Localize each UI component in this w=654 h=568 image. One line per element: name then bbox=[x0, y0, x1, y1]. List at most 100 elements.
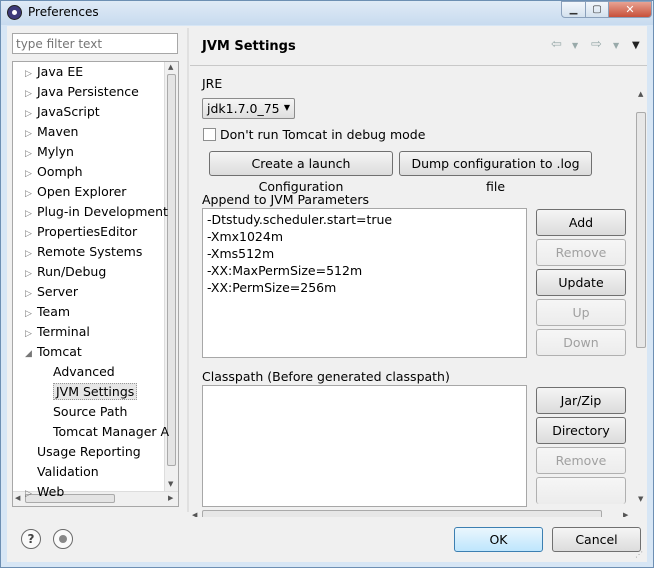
jre-label: JRE bbox=[202, 76, 223, 91]
ok-button[interactable]: OK bbox=[454, 527, 543, 552]
tree-item-web[interactable]: ▷ Web bbox=[25, 483, 64, 503]
dump-configuration-button[interactable]: Dump configuration to .log file bbox=[399, 151, 592, 194]
collapsed-arrow-icon[interactable]: ▷ bbox=[25, 305, 37, 323]
tree-item-oomph[interactable]: ▷ Oomph bbox=[25, 163, 83, 183]
collapsed-arrow-icon[interactable]: ▷ bbox=[25, 85, 37, 103]
create-launch-configuration-button[interactable]: Create a launch Configuration bbox=[209, 151, 393, 194]
tree-item-server[interactable]: ▷ Server bbox=[25, 283, 78, 303]
collapsed-arrow-icon[interactable]: ▷ bbox=[25, 185, 37, 203]
jre-select-value: jdk1.7.0_75 bbox=[207, 101, 280, 116]
collapsed-arrow-icon[interactable]: ▷ bbox=[25, 325, 37, 343]
page-vertical-scroll-thumb[interactable] bbox=[636, 112, 646, 348]
collapsed-arrow-icon[interactable]: ▷ bbox=[25, 105, 37, 123]
resize-grip-icon[interactable]: ⋰ bbox=[635, 550, 645, 560]
tree-item-label: PropertiesEditor bbox=[37, 224, 138, 239]
back-icon[interactable]: ⇦ bbox=[551, 37, 562, 52]
title-bar: Preferences ▁ ▢ ✕ bbox=[1, 1, 653, 25]
move-down-button[interactable]: Down bbox=[536, 329, 626, 356]
chevron-down-icon: ▼ bbox=[283, 103, 290, 112]
tree-item-mylyn[interactable]: ▷ Mylyn bbox=[25, 143, 74, 163]
collapsed-arrow-icon[interactable]: ▷ bbox=[25, 485, 37, 503]
collapsed-arrow-icon[interactable]: ▷ bbox=[25, 245, 37, 263]
close-button[interactable]: ✕ bbox=[608, 1, 652, 18]
scroll-up-icon[interactable]: ▲ bbox=[638, 90, 643, 98]
page-vertical-scrollbar[interactable]: ▲ ▼ bbox=[635, 88, 647, 507]
remove-classpath-button[interactable]: Remove bbox=[536, 447, 626, 474]
scroll-down-icon[interactable]: ▼ bbox=[638, 495, 643, 503]
collapsed-arrow-icon[interactable]: ▷ bbox=[25, 125, 37, 143]
title-separator bbox=[190, 65, 647, 66]
tree-item-usage-reporting[interactable]: Usage Reporting bbox=[25, 443, 141, 463]
help-icon[interactable]: ? bbox=[21, 529, 41, 549]
tree-item-plug-in-development[interactable]: ▷ Plug-in Development bbox=[25, 203, 168, 223]
tree-item-label: Usage Reporting bbox=[37, 444, 141, 459]
tree-item-java-ee[interactable]: ▷ Java EE bbox=[25, 63, 83, 83]
preference-tree[interactable]: ▲ ▼ ◀ ▶ ▷ Java EE ▷ Java Persistence ▷ JavaSc… bbox=[12, 61, 179, 507]
tree-item-source-path[interactable]: Source Path bbox=[53, 403, 127, 423]
cancel-button[interactable]: Cancel bbox=[552, 527, 641, 552]
jre-select[interactable]: jdk1.7.0_75 ▼ bbox=[202, 98, 295, 119]
collapsed-arrow-icon[interactable]: ▷ bbox=[25, 285, 37, 303]
jvm-parameter-line: -Xmx1024m bbox=[207, 229, 284, 244]
tree-item-open-explorer[interactable]: ▷ Open Explorer bbox=[25, 183, 126, 203]
tree-item-run-debug[interactable]: ▷ Run/Debug bbox=[25, 263, 106, 283]
view-menu-icon[interactable]: ▼ bbox=[632, 40, 640, 51]
tree-item-label: Open Explorer bbox=[37, 184, 127, 199]
classpath-list[interactable] bbox=[202, 385, 527, 507]
tree-item-label: Java EE bbox=[37, 64, 84, 79]
maximize-button[interactable]: ▢ bbox=[585, 1, 609, 18]
tree-item-jvm-settings[interactable]: JVM Settings bbox=[53, 383, 138, 403]
jvm-parameters-list[interactable]: -Dtstudy.scheduler.start=true -Xmx1024m -X… bbox=[202, 208, 527, 358]
move-up-button[interactable]: Up bbox=[536, 299, 626, 326]
remove-parameter-button[interactable]: Remove bbox=[536, 239, 626, 266]
dialog-button-bar: ? OK Cancel ⋰ bbox=[7, 517, 647, 562]
tree-item-validation[interactable]: Validation bbox=[25, 463, 99, 483]
add-jar-zip-button[interactable]: Jar/Zip bbox=[536, 387, 626, 414]
sash-divider[interactable] bbox=[187, 28, 189, 512]
tree-item-remote-systems[interactable]: ▷ Remote Systems bbox=[25, 243, 142, 263]
jvm-parameter-line: -Xms512m bbox=[207, 246, 275, 261]
minimize-button[interactable]: ▁ bbox=[561, 1, 586, 18]
collapsed-arrow-icon[interactable]: ▷ bbox=[25, 65, 37, 83]
collapsed-arrow-icon[interactable]: ▷ bbox=[25, 205, 37, 223]
debug-mode-checkbox[interactable] bbox=[203, 128, 216, 141]
filter-input[interactable] bbox=[12, 33, 178, 54]
forward-icon[interactable]: ⇨ bbox=[591, 37, 602, 52]
forward-menu-icon[interactable]: ▼ bbox=[613, 41, 619, 50]
debug-mode-label: Don't run Tomcat in debug mode bbox=[220, 127, 426, 142]
tree-item-label: Maven bbox=[37, 124, 79, 139]
tree-item-advanced[interactable]: Advanced bbox=[53, 363, 115, 383]
collapsed-arrow-icon[interactable]: ▷ bbox=[25, 225, 37, 243]
tree-item-java-persistence[interactable]: ▷ Java Persistence bbox=[25, 83, 139, 103]
tree-item-propertieseditor[interactable]: ▷ PropertiesEditor bbox=[25, 223, 137, 243]
tree-item-label: Team bbox=[37, 304, 71, 319]
tree-item-javascript[interactable]: ▷ JavaScript bbox=[25, 103, 100, 123]
tree-item-terminal[interactable]: ▷ Terminal bbox=[25, 323, 90, 343]
collapsed-arrow-icon[interactable]: ▷ bbox=[25, 145, 37, 163]
add-parameter-button[interactable]: Add bbox=[536, 209, 626, 236]
classpath-extra-button-partial[interactable] bbox=[536, 477, 626, 504]
tree-vertical-scroll-thumb[interactable] bbox=[167, 74, 176, 466]
add-directory-button[interactable]: Directory bbox=[536, 417, 626, 444]
scroll-up-icon[interactable]: ▲ bbox=[168, 63, 173, 71]
tree-item-label: Source Path bbox=[53, 404, 128, 419]
eclipse-app-icon bbox=[7, 5, 22, 20]
scroll-left-icon[interactable]: ◀ bbox=[15, 494, 20, 502]
tree-item-team[interactable]: ▷ Team bbox=[25, 303, 70, 323]
tree-item-tomcat[interactable]: ◢ Tomcat bbox=[25, 343, 82, 363]
tree-item-maven[interactable]: ▷ Maven bbox=[25, 123, 78, 143]
tree-item-tomcat-manager-a[interactable]: Tomcat Manager A bbox=[53, 423, 169, 443]
tree-item-label: Validation bbox=[37, 464, 99, 479]
page-title: JVM Settings bbox=[202, 39, 296, 54]
back-menu-icon[interactable]: ▼ bbox=[572, 41, 578, 50]
tree-item-label: Web bbox=[37, 484, 65, 499]
scroll-right-icon[interactable]: ▶ bbox=[168, 494, 173, 502]
collapsed-arrow-icon[interactable]: ▷ bbox=[25, 165, 37, 183]
collapsed-arrow-icon[interactable]: ▷ bbox=[25, 265, 37, 283]
tree-item-label: Tomcat Manager A bbox=[53, 424, 170, 439]
scroll-down-icon[interactable]: ▼ bbox=[168, 480, 173, 488]
tree-item-label: Java Persistence bbox=[37, 84, 139, 99]
record-icon[interactable] bbox=[53, 529, 73, 549]
update-parameter-button[interactable]: Update bbox=[536, 269, 626, 296]
expanded-arrow-icon[interactable]: ◢ bbox=[25, 345, 37, 363]
